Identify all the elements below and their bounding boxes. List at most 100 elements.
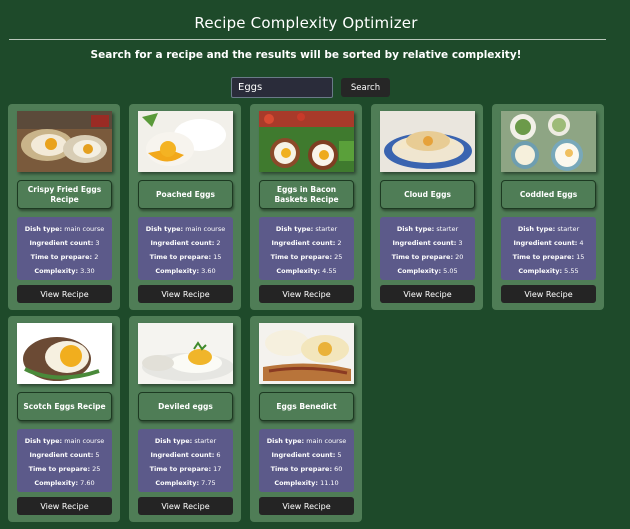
- recipe-name[interactable]: Eggs Benedict: [259, 392, 354, 421]
- recipe-card-7: Deviled eggs Dish type: starter Ingredie…: [129, 316, 241, 522]
- coddled-eggs-photo-art: [501, 111, 596, 172]
- time-to-prepare-row: Time to prepare: 15: [138, 250, 233, 264]
- time-to-prepare-label: Time to prepare:: [149, 253, 212, 261]
- recipe-name[interactable]: Cloud Eggs: [380, 180, 475, 209]
- time-to-prepare-value: 25: [92, 465, 101, 473]
- recipe-name[interactable]: Poached Eggs: [138, 180, 233, 209]
- complexity-value: 7.75: [201, 479, 216, 487]
- time-to-prepare-row: Time to prepare: 60: [259, 462, 354, 476]
- complexity-row: Complexity: 5.05: [380, 264, 475, 278]
- coddled-eggs-photo[interactable]: [501, 111, 596, 172]
- dish-type-value: main course: [64, 437, 105, 445]
- complexity-row: Complexity: 3.30: [17, 264, 112, 278]
- recipe-name[interactable]: Deviled eggs: [138, 392, 233, 421]
- dish-type-value: starter: [194, 437, 217, 445]
- recipe-card-1: Crispy Fried Eggs Recipe Dish type: main…: [8, 104, 120, 310]
- ingredient-count-label: Ingredient count:: [271, 451, 336, 459]
- eggs-benedict-photo[interactable]: [259, 323, 354, 384]
- recipe-app: Recipe Complexity Optimizer Search for a…: [0, 0, 630, 529]
- search-input[interactable]: [231, 77, 333, 98]
- recipe-name-text: Poached Eggs: [156, 189, 215, 199]
- view-recipe-button[interactable]: View Recipe: [501, 285, 596, 303]
- view-recipe-button[interactable]: View Recipe: [380, 285, 475, 303]
- dish-type-label: Dish type:: [24, 225, 63, 233]
- bacon-baskets-photo[interactable]: [259, 111, 354, 172]
- recipe-details: Dish type: main course Ingredient count:…: [17, 217, 112, 280]
- ingredient-count-row: Ingredient count: 5: [17, 448, 112, 462]
- poached-eggs-photo-art: [138, 111, 233, 172]
- time-to-prepare-value: 15: [213, 253, 222, 261]
- recipe-name-text: Eggs Benedict: [276, 401, 337, 411]
- deviled-eggs-photo-art: [138, 323, 233, 384]
- deviled-eggs-photo[interactable]: [138, 323, 233, 384]
- time-to-prepare-row: Time to prepare: 15: [501, 250, 596, 264]
- ingredient-count-label: Ingredient count:: [392, 239, 457, 247]
- ingredient-count-row: Ingredient count: 3: [380, 236, 475, 250]
- dish-type-row: Dish type: starter: [501, 222, 596, 236]
- ingredient-count-value: 6: [216, 451, 221, 459]
- view-recipe-button[interactable]: View Recipe: [259, 285, 354, 303]
- ingredient-count-row: Ingredient count: 3: [17, 236, 112, 250]
- recipe-details: Dish type: starter Ingredient count: 6 T…: [138, 429, 233, 492]
- view-recipe-button[interactable]: View Recipe: [138, 497, 233, 515]
- time-to-prepare-value: 20: [455, 253, 464, 261]
- view-recipe-button[interactable]: View Recipe: [138, 285, 233, 303]
- complexity-value: 11.10: [320, 479, 339, 487]
- recipe-name[interactable]: Crispy Fried Eggs Recipe: [17, 180, 112, 209]
- time-to-prepare-label: Time to prepare:: [149, 465, 212, 473]
- ingredient-count-row: Ingredient count: 2: [138, 236, 233, 250]
- ingredient-count-value: 4: [579, 239, 584, 247]
- dish-type-value: starter: [436, 225, 459, 233]
- ingredient-count-value: 3: [95, 239, 100, 247]
- complexity-value: 5.05: [443, 267, 458, 275]
- recipe-name-text: Crispy Fried Eggs Recipe: [27, 184, 102, 204]
- recipe-name-text: Scotch Eggs Recipe: [23, 401, 106, 411]
- search-button[interactable]: Search: [341, 78, 390, 97]
- page-subtitle: Search for a recipe and the results will…: [90, 49, 522, 61]
- time-to-prepare-value: 15: [576, 253, 585, 261]
- time-to-prepare-row: Time to prepare: 2: [17, 250, 112, 264]
- dish-type-value: starter: [315, 225, 338, 233]
- ingredient-count-label: Ingredient count:: [271, 239, 336, 247]
- recipe-card-4: Cloud Eggs Dish type: starter Ingredient…: [371, 104, 483, 310]
- recipe-details: Dish type: starter Ingredient count: 3 T…: [380, 217, 475, 280]
- view-recipe-button[interactable]: View Recipe: [17, 285, 112, 303]
- dish-type-row: Dish type: starter: [259, 222, 354, 236]
- recipe-details: Dish type: starter Ingredient count: 4 T…: [501, 217, 596, 280]
- cloud-eggs-photo[interactable]: [380, 111, 475, 172]
- ingredient-count-row: Ingredient count: 6: [138, 448, 233, 462]
- fried-eggs-photo[interactable]: [17, 111, 112, 172]
- dish-type-label: Dish type:: [24, 437, 63, 445]
- dish-type-value: main course: [306, 437, 347, 445]
- poached-eggs-photo[interactable]: [138, 111, 233, 172]
- dish-type-value: main course: [64, 225, 105, 233]
- recipe-card-5: Coddled Eggs Dish type: starter Ingredie…: [492, 104, 604, 310]
- time-to-prepare-label: Time to prepare:: [28, 465, 91, 473]
- scotch-eggs-photo[interactable]: [17, 323, 112, 384]
- recipe-name-text: Eggs in Bacon Baskets Recipe: [274, 184, 339, 204]
- recipe-name-text: Deviled eggs: [158, 401, 213, 411]
- view-recipe-button[interactable]: View Recipe: [259, 497, 354, 515]
- complexity-row: Complexity: 5.55: [501, 264, 596, 278]
- page-title: Recipe Complexity Optimizer: [194, 14, 418, 32]
- time-to-prepare-value: 25: [334, 253, 343, 261]
- time-to-prepare-row: Time to prepare: 20: [380, 250, 475, 264]
- recipe-name[interactable]: Eggs in Bacon Baskets Recipe: [259, 180, 354, 209]
- view-recipe-button[interactable]: View Recipe: [17, 497, 112, 515]
- recipe-name[interactable]: Coddled Eggs: [501, 180, 596, 209]
- ingredient-count-row: Ingredient count: 4: [501, 236, 596, 250]
- time-to-prepare-row: Time to prepare: 17: [138, 462, 233, 476]
- fried-eggs-photo-art: [17, 111, 112, 172]
- recipe-grid: Crispy Fried Eggs Recipe Dish type: main…: [8, 104, 604, 522]
- time-to-prepare-row: Time to prepare: 25: [259, 250, 354, 264]
- time-to-prepare-label: Time to prepare:: [391, 253, 454, 261]
- bacon-baskets-photo-art: [259, 111, 354, 172]
- dish-type-value: main course: [185, 225, 226, 233]
- recipe-details: Dish type: main course Ingredient count:…: [17, 429, 112, 492]
- complexity-label: Complexity:: [34, 267, 79, 275]
- complexity-value: 5.55: [564, 267, 579, 275]
- recipe-card-3: Eggs in Bacon Baskets Recipe Dish type: …: [250, 104, 362, 310]
- time-to-prepare-value: 2: [94, 253, 99, 261]
- recipe-name[interactable]: Scotch Eggs Recipe: [17, 392, 112, 421]
- ingredient-count-label: Ingredient count:: [150, 451, 215, 459]
